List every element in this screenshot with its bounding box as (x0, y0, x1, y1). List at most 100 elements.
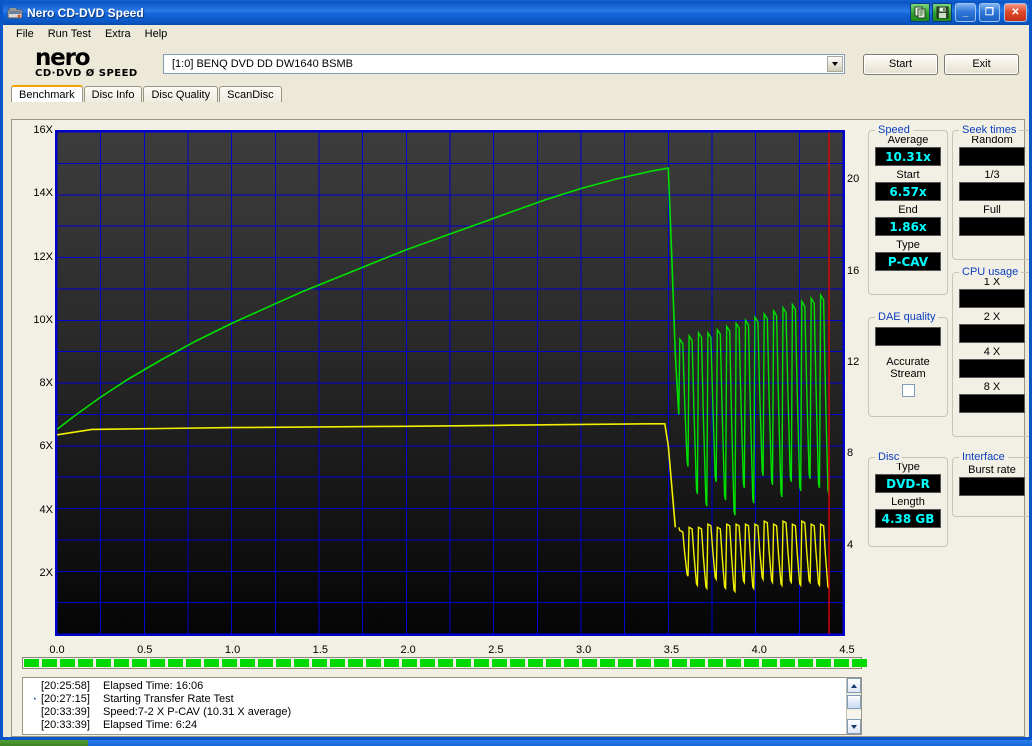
speed-type-value: P-CAV (875, 252, 941, 271)
x-axis-tick: 2.5 (488, 644, 504, 656)
x-axis-tick: 4.0 (751, 644, 767, 656)
progress-segment (420, 659, 435, 667)
y-axis-tick: 16X (33, 124, 53, 136)
benchmark-panel: 2X 4X 6X 8X 10X 12X 14X 16X 4 8 12 16 20 0.0 0.5 1.0 1… (11, 119, 1029, 737)
y2-axis-tick: 4 (847, 538, 854, 551)
tab-disc-quality[interactable]: Disc Quality (143, 86, 219, 102)
progress-segment (726, 659, 741, 667)
disc-type-value: DVD-R (875, 474, 941, 493)
progress-segment (654, 659, 669, 667)
progress-segment (42, 659, 57, 667)
cpu-8x-value (959, 394, 1025, 413)
minimize-button[interactable]: _ (955, 3, 976, 22)
x-axis-tick: 0.0 (49, 644, 65, 656)
cpu-4x-value (959, 359, 1025, 378)
menu-item-file[interactable]: File (9, 27, 41, 41)
toolbar-row: nero CD·DVD Ø SPEED [1:0] BENQ DVD DD DW… (3, 43, 1029, 85)
x-axis-tick: 4.5 (839, 644, 855, 656)
progress-segment (402, 659, 417, 667)
progress-segment (186, 659, 201, 667)
y-axis-tick: 12X (33, 250, 53, 263)
x-axis-tick: 3.5 (663, 644, 680, 656)
scrollbar-thumb[interactable] (847, 695, 861, 709)
seek-random-value (959, 147, 1025, 166)
y2-axis-tick: 16 (847, 264, 860, 277)
x-axis-tick: 1.0 (224, 644, 241, 656)
panel-seek-times: Seek times Random 1/3 Full (952, 124, 1029, 260)
y2-axis-tick: 12 (847, 355, 860, 368)
logo-secondary: CD·DVD Ø SPEED (35, 68, 138, 79)
scroll-down-icon[interactable] (847, 719, 861, 734)
progress-segment (96, 659, 111, 667)
logo-primary: nero (35, 45, 91, 71)
progress-segment (492, 659, 507, 667)
y2-axis-tick: 20 (847, 173, 860, 186)
tab-bar: Benchmark Disc Info Disc Quality ScanDis… (3, 85, 1029, 102)
cpu-4x-label: 4 X (983, 346, 1001, 358)
chevron-down-icon[interactable] (827, 56, 843, 72)
y2-axis-tick: 8 (847, 447, 854, 460)
disc-length-label: Length (891, 496, 925, 508)
y-axis-labels: 2X 4X 6X 8X 10X 12X 14X 16X (17, 123, 55, 641)
y-axis-tick: 2X (39, 566, 53, 579)
progress-segment (474, 659, 489, 667)
progress-segment (708, 659, 723, 667)
progress-segment (762, 659, 777, 667)
taskbar (0, 740, 1032, 746)
progress-segment (546, 659, 561, 667)
progress-segment (456, 659, 471, 667)
close-button[interactable]: ✕ (1004, 3, 1027, 22)
panel-cpu-usage: CPU usage 1 X 2 X 4 X 8 X (952, 266, 1029, 437)
cpu-1x-value (959, 289, 1025, 308)
menu-item-run-test[interactable]: Run Test (41, 27, 98, 41)
accurate-stream-checkbox[interactable] (901, 384, 915, 397)
dae-quality-value (875, 327, 941, 346)
copy-to-clipboard-icon[interactable] (910, 3, 930, 22)
cpu-2x-label: 2 X (983, 311, 1001, 323)
progress-segment (834, 659, 849, 667)
progress-segment (60, 659, 75, 667)
speed-start-label: Start (896, 169, 920, 181)
progress-segment (114, 659, 129, 667)
x-axis-tick: 1.5 (312, 644, 328, 656)
progress-segment (672, 659, 687, 667)
tab-scandisc[interactable]: ScanDisc (219, 86, 282, 102)
tab-disc-info[interactable]: Disc Info (83, 86, 143, 102)
save-icon[interactable] (932, 3, 952, 22)
log-bullet-icon: ◔ (31, 694, 37, 704)
panel-dae-quality: DAE quality Accurate Stream (868, 311, 948, 417)
panel-speed: Speed Average 10.31x Start 6.57x End 1.8… (868, 124, 948, 295)
tab-benchmark[interactable]: Benchmark (11, 85, 83, 102)
stats-sidebar: Speed Average 10.31x Start 6.57x End 1.8… (864, 122, 1029, 674)
benchmark-chart: 2X 4X 6X 8X 10X 12X 14X 16X 4 8 12 16 20 0.0 0.5 1.0 1… (17, 123, 877, 673)
y-axis-tick: 10X (33, 313, 53, 326)
exit-button[interactable]: Exit (944, 53, 1019, 75)
log-line: [20:33:39] Elapsed Time: 6:24 (27, 719, 846, 732)
log-scrollbar[interactable] (846, 678, 861, 734)
menu-item-extra[interactable]: Extra (98, 27, 138, 41)
drive-select[interactable]: [1:0] BENQ DVD DD DW1640 BSMB (163, 54, 845, 74)
speed-end-value: 1.86x (875, 217, 941, 236)
panel-dae-caption: DAE quality (875, 311, 939, 323)
scrollbar-track[interactable] (847, 711, 861, 719)
menu-item-help[interactable]: Help (138, 27, 175, 41)
panel-speed-caption: Speed (875, 124, 913, 136)
log-line: [20:25:58] Elapsed Time: 16:06 (27, 680, 846, 693)
log-lines: [20:25:58] Elapsed Time: 16:06 ◔ [20:27:… (23, 678, 846, 734)
panel-disc-caption: Disc (875, 451, 903, 463)
maximize-button[interactable]: ❐ (979, 3, 1000, 22)
seek-third-label: 1/3 (984, 169, 1000, 181)
start-button[interactable]: Start (863, 53, 938, 75)
scroll-up-icon[interactable] (847, 678, 861, 693)
progress-segment (330, 659, 345, 667)
panel-disc: Disc Type DVD-R Length 4.38 GB (868, 451, 948, 547)
log-line: [20:33:39] Speed:7-2 X P-CAV (10.31 X av… (27, 706, 846, 719)
progress-segment (780, 659, 795, 667)
y-axis-tick: 8X (39, 377, 53, 389)
start-menu-button[interactable] (0, 740, 88, 746)
title-bar: Nero CD-DVD Speed _ ❐ ✕ (3, 0, 1029, 25)
x-axis-tick: 0.5 (137, 644, 153, 656)
y-axis-tick: 14X (33, 187, 53, 200)
progress-segment (618, 659, 633, 667)
progress-segment (240, 659, 255, 667)
